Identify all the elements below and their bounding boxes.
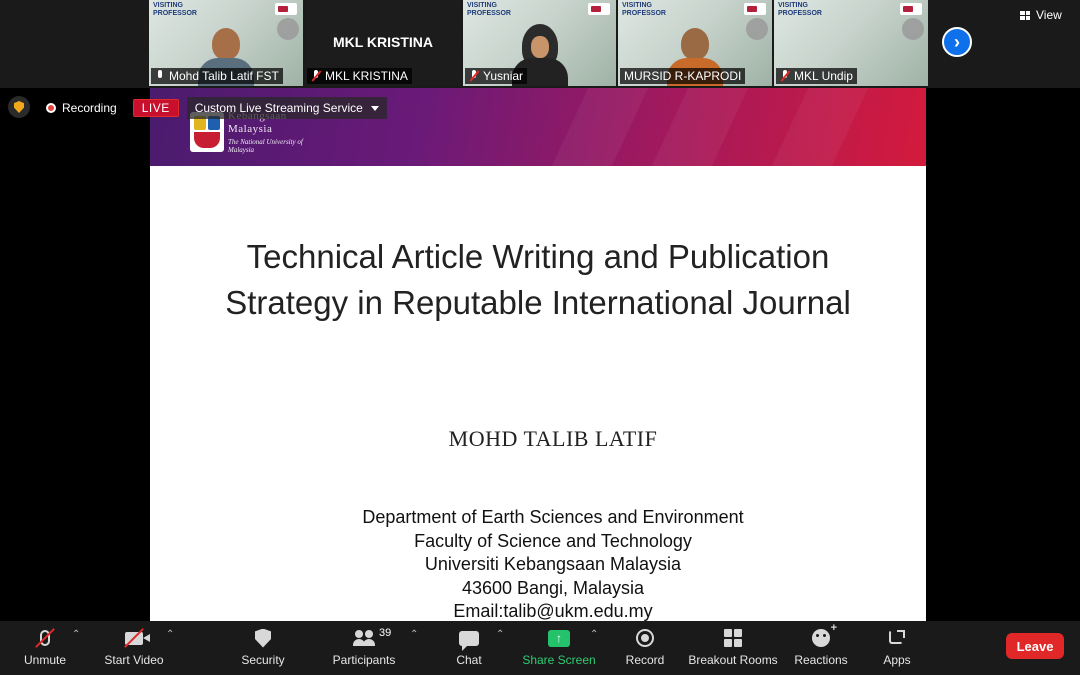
participant-tile-mkl-kristina[interactable]: MKL KRISTINA MKL KRISTINA (305, 0, 461, 86)
affiliation-line: Faculty of Science and Technology (414, 530, 692, 551)
breakout-grid-icon (724, 629, 742, 647)
slide-affiliation: Department of Earth Sciences and Environ… (150, 506, 926, 621)
chat-label: Chat (456, 653, 482, 667)
affiliation-line: 43600 Bangi, Malaysia (461, 577, 645, 598)
poster-text: VISITING PROFESSOR (778, 2, 822, 17)
view-label: View (1036, 8, 1062, 22)
breakout-rooms-button[interactable]: Breakout Rooms (688, 625, 778, 671)
audio-options-caret[interactable]: ⌃ (72, 629, 80, 640)
unmute-label: Unmute (23, 653, 67, 667)
participant-tile-mursid[interactable]: VISITING PROFESSOR MURSID R-KAPRODI (618, 0, 772, 86)
next-page-button[interactable]: › (942, 27, 972, 57)
share-options-caret[interactable]: ⌃ (590, 629, 598, 640)
affiliation-line: Email:talib@ukm.edu.my (453, 601, 653, 621)
chat-icon (459, 630, 479, 651)
view-button[interactable]: View (1020, 8, 1062, 22)
chevron-right-icon: › (954, 31, 960, 52)
shield-icon (14, 101, 24, 113)
participant-name: Mohd Talib Latif FST (169, 69, 279, 83)
decor-circle (746, 18, 768, 40)
faculty-logo-icon (900, 3, 922, 15)
recording-label: Recording (62, 101, 117, 115)
poster-text: VISITING PROFESSOR (153, 2, 197, 17)
faculty-logo-icon (744, 3, 766, 15)
faculty-logo-icon (275, 3, 297, 15)
participant-display-name: MKL KRISTINA (332, 34, 434, 50)
participant-tile-yusniar[interactable]: VISITING PROFESSOR Yusniar (463, 0, 616, 86)
grid-view-icon (1020, 10, 1030, 20)
mic-icon (155, 70, 165, 82)
logo-line-2: Malaysia (228, 123, 273, 135)
security-button[interactable]: Security (240, 625, 286, 671)
participant-name: MKL KRISTINA (325, 69, 408, 83)
decor-circle (902, 18, 924, 40)
live-badge: LIVE (132, 99, 179, 117)
poster-text: VISITING PROFESSOR (622, 2, 666, 17)
participant-name-tag: MURSID R-KAPRODI (620, 68, 746, 84)
live-stream-dropdown[interactable]: Custom Live Streaming Service (186, 97, 387, 119)
breakout-rooms-label: Breakout Rooms (688, 653, 778, 667)
mic-muted-icon (311, 70, 321, 82)
reactions-button[interactable]: Reactions (794, 622, 848, 671)
slide-title-line-2: Strategy in Reputable International Jour… (225, 284, 851, 321)
recording-bar: Recording LIVE Custom Live Streaming Ser… (38, 96, 387, 120)
record-dot-icon (46, 103, 56, 113)
share-screen-button[interactable]: ↑ Share Screen (522, 625, 596, 671)
apps-button[interactable]: Apps (882, 625, 912, 671)
slide-title: Technical Article Writing and Publicatio… (150, 234, 926, 326)
start-video-label: Start Video (104, 653, 164, 667)
share-arrow-icon: ↑ (548, 629, 570, 647)
presentation-slide: Kebangsaan Malaysia The National Univers… (150, 88, 926, 621)
participant-name-tag: Yusniar (465, 68, 528, 84)
recording-indicator[interactable]: Recording (38, 97, 125, 119)
poster-text: VISITING PROFESSOR (467, 2, 511, 17)
affiliation-line: Universiti Kebangsaan Malaysia (424, 554, 682, 574)
slide-title-line-1: Technical Article Writing and Publicatio… (246, 238, 830, 275)
logo-line-3: The National University of Malaysia (228, 138, 303, 154)
slide-author: MOHD TALIB LATIF (448, 426, 658, 451)
participants-icon (353, 630, 375, 646)
decor-circle (277, 18, 299, 40)
shield-icon (255, 628, 271, 648)
participant-name: Yusniar (483, 69, 524, 83)
record-icon (636, 629, 654, 647)
mic-muted-icon (780, 70, 790, 82)
chat-button[interactable]: Chat (452, 625, 486, 671)
share-screen-label: Share Screen (522, 653, 596, 667)
security-label: Security (241, 653, 285, 667)
leave-button[interactable]: Leave (1006, 633, 1064, 659)
apps-icon (889, 630, 905, 646)
participant-tile-mohd-talib[interactable]: VISITING PROFESSOR Mohd Talib Latif FST (149, 0, 303, 86)
apps-label: Apps (883, 653, 911, 667)
mic-muted-icon (469, 70, 479, 82)
participant-name-tag: MKL KRISTINA (307, 68, 412, 84)
chat-options-caret[interactable]: ⌃ (496, 629, 504, 640)
participants-label: Participants (332, 653, 396, 667)
reaction-smile-icon (812, 622, 837, 647)
shared-screen: Kebangsaan Malaysia The National Univers… (20, 88, 1056, 621)
participant-name-tag: MKL Undip (776, 68, 857, 84)
participant-name-tag: Mohd Talib Latif FST (151, 68, 283, 84)
participant-tile-mkl-undip[interactable]: VISITING PROFESSOR MKL Undip (774, 0, 928, 86)
security-status-button[interactable] (8, 96, 30, 118)
stream-service-label: Custom Live Streaming Service (194, 101, 363, 115)
participant-name: MKL Undip (794, 69, 853, 83)
faculty-logo-icon (588, 3, 610, 15)
record-button[interactable]: Record (624, 625, 666, 671)
participants-count: 39 (379, 627, 392, 639)
record-label: Record (625, 653, 665, 667)
video-options-caret[interactable]: ⌃ (166, 629, 174, 640)
meeting-toolbar: Unmute ⌃ Start Video ⌃ Security Particip… (0, 621, 1080, 675)
participant-name: MURSID R-KAPRODI (624, 69, 742, 83)
caret-down-icon (370, 105, 379, 111)
affiliation-line: Department of Earth Sciences and Environ… (362, 507, 744, 527)
participants-options-caret[interactable]: ⌃ (410, 629, 418, 640)
unmute-button[interactable]: Unmute (22, 625, 68, 671)
reactions-label: Reactions (794, 653, 848, 667)
participant-strip: VISITING PROFESSOR Mohd Talib Latif FST … (0, 0, 1080, 88)
start-video-button[interactable]: Start Video (104, 625, 164, 671)
